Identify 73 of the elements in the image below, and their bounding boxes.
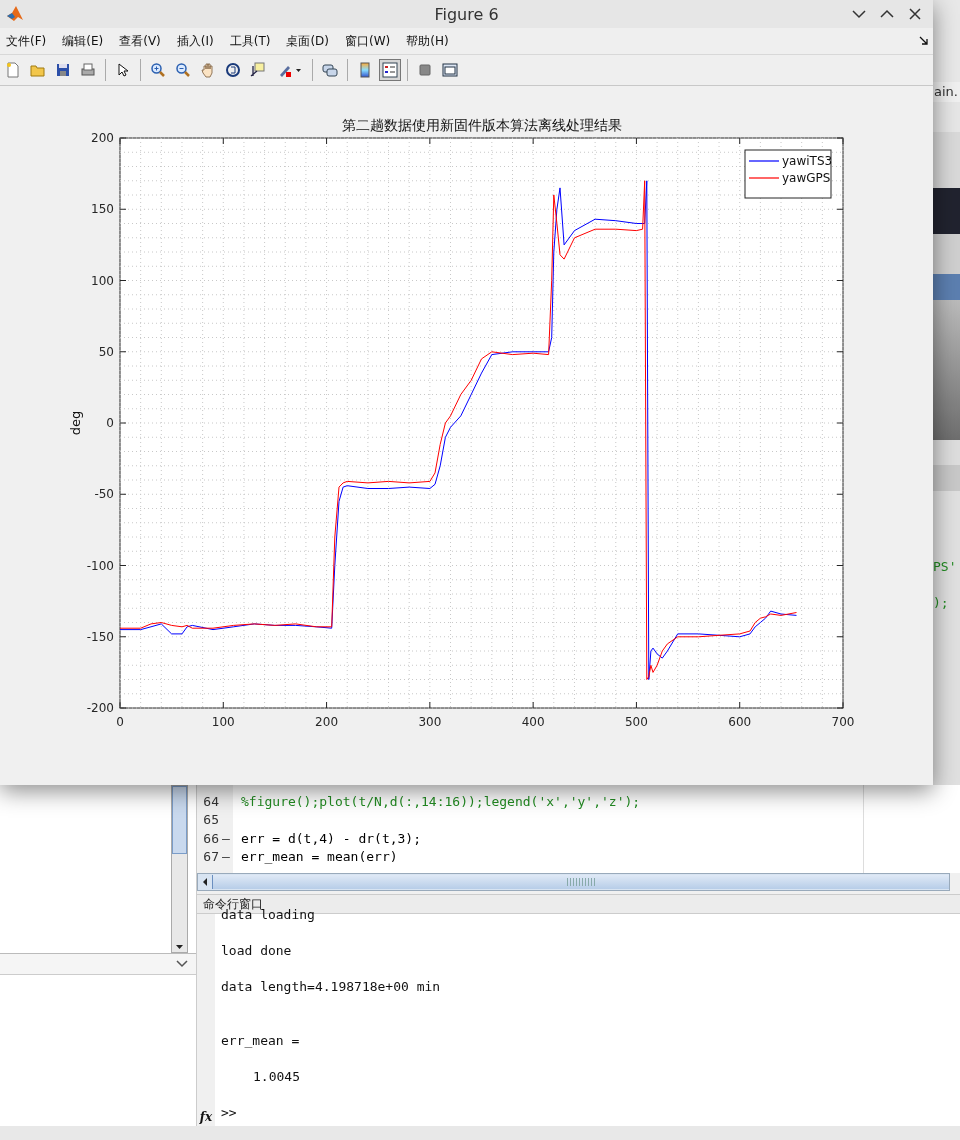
data-cursor-icon: [250, 62, 266, 78]
pointer-icon: [115, 62, 131, 78]
code-line: %figure();plot(t/N,d(:,14:16));legend('x','y','z');: [240, 793, 641, 809]
code-line: err_mean = mean(err): [240, 849, 398, 865]
new-file-icon: [5, 62, 21, 78]
line-number: 67: [202, 849, 219, 865]
colorbar-icon: [357, 62, 373, 78]
chart-title: 第二趟数据使用新固件版本算法离线处理结果: [341, 117, 622, 133]
tick-label: 0: [106, 416, 114, 430]
tick-label: 700: [831, 715, 855, 729]
tick-label: -50: [94, 487, 114, 502]
code-fragment: PS': [933, 559, 958, 576]
line-marker: –: [221, 849, 231, 865]
dock-arrow-icon[interactable]: [919, 36, 929, 46]
toolbar-button[interactable]: [379, 59, 401, 81]
close-icon[interactable]: [907, 6, 923, 22]
print-icon: [80, 62, 96, 78]
legend-label: yawiTS3: [782, 154, 833, 168]
menu-item[interactable]: 文件(F): [6, 30, 47, 52]
tick-label: 200: [91, 131, 114, 145]
menu-item[interactable]: 桌面(D): [286, 30, 329, 52]
tick-label: 200: [315, 715, 338, 729]
tick-label: 500: [625, 715, 648, 729]
window-icon: [442, 62, 458, 78]
line-number: 65: [202, 812, 219, 828]
output-line: err_mean =: [221, 1032, 301, 1050]
menu-item[interactable]: 插入(I): [176, 30, 214, 52]
hand-icon: [200, 62, 216, 78]
menu-item[interactable]: 帮助(H): [406, 30, 449, 52]
output-line: load done: [221, 942, 293, 960]
line-number: 66: [202, 830, 219, 846]
menu-item[interactable]: 窗口(W): [345, 30, 391, 52]
line-marker: –: [221, 830, 231, 846]
tick-label: 600: [728, 715, 752, 729]
horizontal-scrollbar[interactable]: [197, 873, 950, 891]
vertical-scrollbar[interactable]: [171, 785, 188, 953]
legend-line-icon: [748, 177, 780, 179]
menu-item[interactable]: 工具(T): [229, 30, 271, 52]
output-line: 1.0045: [252, 1068, 301, 1086]
command-prompt[interactable]: >>: [221, 1104, 960, 1122]
legend-line-icon: [748, 160, 780, 162]
link-icon: [322, 62, 338, 78]
tab-title-fragment: ain.: [933, 84, 959, 101]
tick-label: -150: [86, 629, 114, 644]
square-icon: [417, 62, 433, 78]
function-button[interactable]: fx: [199, 1110, 213, 1124]
y-axis-label: deg: [68, 410, 83, 436]
legend-label: yawGPS: [782, 171, 831, 185]
line-number: 64: [202, 793, 219, 809]
zoom-out-icon: [175, 62, 191, 78]
zoom-in-icon: [150, 62, 166, 78]
tick-label: 100: [211, 715, 235, 729]
caret-icon: [296, 68, 301, 72]
code-fragment: );: [933, 595, 950, 612]
output-line: data length=4.198718e+00 min: [221, 978, 442, 996]
code-line: err = d(t,4) - dr(t,3);: [240, 830, 421, 846]
open-folder-icon: [30, 62, 46, 78]
chevron-down-icon[interactable]: [176, 960, 188, 968]
rotate-icon: [225, 62, 241, 78]
tick-label: -100: [86, 558, 114, 573]
menu-item[interactable]: 编辑(E): [62, 30, 104, 52]
window-title: Figure 6: [434, 4, 499, 24]
logo-icon: [6, 5, 24, 23]
tick-label: 50: [98, 344, 114, 359]
tick-label: 300: [418, 715, 442, 729]
tick-label: -200: [86, 701, 114, 715]
legend-icon: [382, 62, 398, 78]
tick-label: 400: [521, 715, 545, 729]
tick-label: 0: [116, 715, 124, 729]
save-icon: [55, 62, 71, 78]
tick-label: 100: [91, 273, 114, 288]
menu-item[interactable]: 查看(V): [119, 30, 161, 52]
tick-label: 150: [91, 202, 114, 217]
